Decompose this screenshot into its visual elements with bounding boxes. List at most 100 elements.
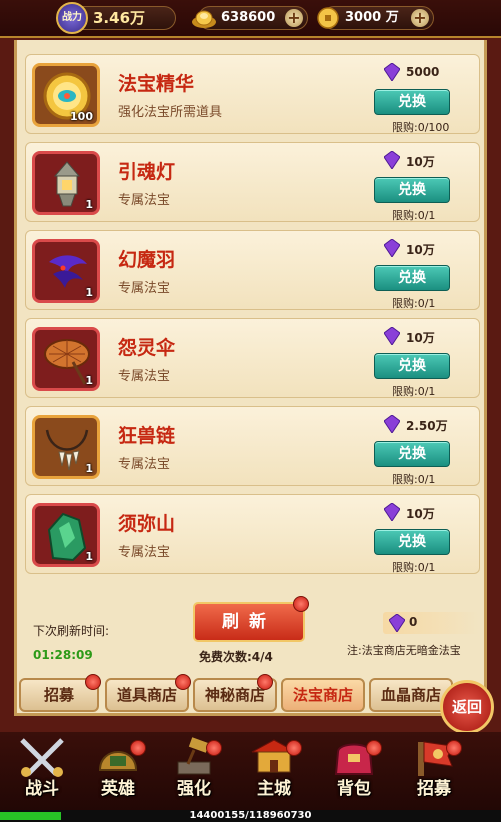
return-button[interactable]: 返回 [440,680,494,734]
nav-main-city-dot [286,740,302,756]
shop-item: 100 法宝精华 强化法宝所需道具 5000 兑换 限购:0/100 [25,54,480,134]
shop-note: 注:法宝商店无暗金法宝 [347,644,461,657]
purple-gem-icon [389,614,405,632]
refresh-notification-dot [293,596,309,612]
item-icon-frame[interactable]: 100 [32,63,100,127]
exchange-button[interactable]: 兑换 [374,441,450,467]
gem-balance: 0 [383,612,479,634]
free-refresh-count: 免费次数:4/4 [199,650,273,664]
item-quantity: 1 [85,550,93,563]
item-name: 幻魔羽 [118,249,176,271]
experience-text: 14400155/118960730 [189,810,312,821]
exchange-button[interactable]: 兑换 [374,265,450,291]
nav-label: 强化 [177,779,211,799]
refresh-countdown: 01:28:09 [33,648,93,662]
item-icon-frame[interactable]: 1 [32,327,100,391]
nav-label: 英雄 [101,779,135,799]
item-icon-frame[interactable]: 1 [32,503,100,567]
item-icon-frame[interactable]: 1 [32,151,100,215]
item-icon-frame[interactable]: 1 [32,239,100,303]
nav-recruit-dot [446,740,462,756]
item-name: 怨灵伞 [118,337,176,359]
tab-item-shop-dot [175,674,191,690]
gold-ingot-icon [192,10,216,28]
item-quantity: 1 [85,462,93,475]
shop-item: 1 怨灵伞 专属法宝 10万 兑换 限购:0/1 [25,318,480,398]
item-price: 10万 [406,331,435,345]
tab-mystery-shop-dot [257,674,273,690]
purchase-limit: 限购:0/1 [392,385,436,398]
item-name: 法宝精华 [118,73,195,95]
purchase-limit: 限购:0/1 [392,561,436,574]
top-bar: 战力 3.46万 638600 + 3000 万 + [0,0,501,38]
purchase-limit: 限购:0/1 [392,297,436,310]
nav-battle[interactable]: 战斗 [6,732,78,808]
purple-gem-icon [384,503,400,521]
item-name: 须弥山 [118,513,176,535]
nav-enhance-dot [206,740,222,756]
nav-heroes[interactable]: 英雄 [82,732,154,808]
item-price: 10万 [406,243,435,257]
nav-label: 招募 [417,779,451,799]
coin-value: 3000 万 [345,10,399,25]
add-coin-button[interactable]: + [411,9,429,27]
nav-recruit[interactable]: 招募 [398,732,470,808]
item-price: 10万 [406,155,435,169]
item-description: 专属法宝 [118,281,171,296]
exchange-button[interactable]: 兑换 [374,177,450,203]
refresh-time-label: 下次刷新时间: [33,624,110,638]
tab-treasure-shop[interactable]: 法宝商店 [281,678,365,712]
gold-display: 638600 + [192,6,308,30]
gem-balance-value: 0 [409,615,418,629]
purple-gem-icon [384,63,400,81]
purple-gem-icon [384,415,400,433]
item-description: 专属法宝 [118,369,171,384]
item-quantity: 1 [85,286,93,299]
item-description: 专属法宝 [118,193,171,208]
purchase-limit: 限购:0/1 [392,209,436,222]
shop-item: 1 幻魔羽 专属法宝 10万 兑换 限购:0/1 [25,230,480,310]
nav-bag-dot [366,740,382,756]
shop-item: 1 引魂灯 专属法宝 10万 兑换 限购:0/1 [25,142,480,222]
item-name: 引魂灯 [118,161,176,183]
power-badge: 战力 [56,2,88,34]
exchange-button[interactable]: 兑换 [374,529,450,555]
shop-item: 1 狂兽链 专属法宝 2.50万 兑换 限购:0/1 [25,406,480,486]
item-price: 10万 [406,507,435,521]
coin-display: 3000 万 + [317,6,434,30]
gold-value: 638600 [221,10,276,25]
purchase-limit: 限购:0/1 [392,473,436,486]
item-price: 5000 [406,65,440,79]
item-price: 2.50万 [406,419,448,433]
nav-label: 战斗 [25,779,59,799]
treasure-shop-panel: 100 法宝精华 强化法宝所需道具 5000 兑换 限购:0/100 1 引魂灯… [14,40,487,716]
item-quantity: 100 [70,110,93,123]
purple-gem-icon [384,239,400,257]
exchange-button[interactable]: 兑换 [374,353,450,379]
nav-enhance[interactable]: 强化 [158,732,230,808]
nav-heroes-dot [130,740,146,756]
nav-label: 背包 [337,779,371,799]
exchange-button[interactable]: 兑换 [374,89,450,115]
nav-label: 主城 [257,779,291,799]
item-description: 强化法宝所需道具 [118,105,223,120]
shop-item: 1 须弥山 专属法宝 10万 兑换 限购:0/1 [25,494,480,574]
nav-main-city[interactable]: 主城 [238,732,310,808]
item-description: 专属法宝 [118,457,171,472]
item-description: 专属法宝 [118,545,171,560]
purchase-limit: 限购:0/100 [392,121,450,134]
coin-icon [317,7,339,29]
tab-recruit-dot [85,674,101,690]
refresh-button[interactable]: 刷新 [193,602,305,642]
power-value: 3.46万 [93,9,146,27]
item-quantity: 1 [85,374,93,387]
nav-bag[interactable]: 背包 [318,732,390,808]
experience-bar: 14400155/118960730 [0,810,501,822]
item-icon-frame[interactable]: 1 [32,415,100,479]
bottom-nav: 战斗 英雄 强化 主城 背包 招募 [0,732,501,822]
add-gold-button[interactable]: + [285,9,303,27]
purple-gem-icon [384,327,400,345]
purple-gem-icon [384,151,400,169]
item-name: 狂兽链 [118,425,176,447]
item-quantity: 1 [85,198,93,211]
